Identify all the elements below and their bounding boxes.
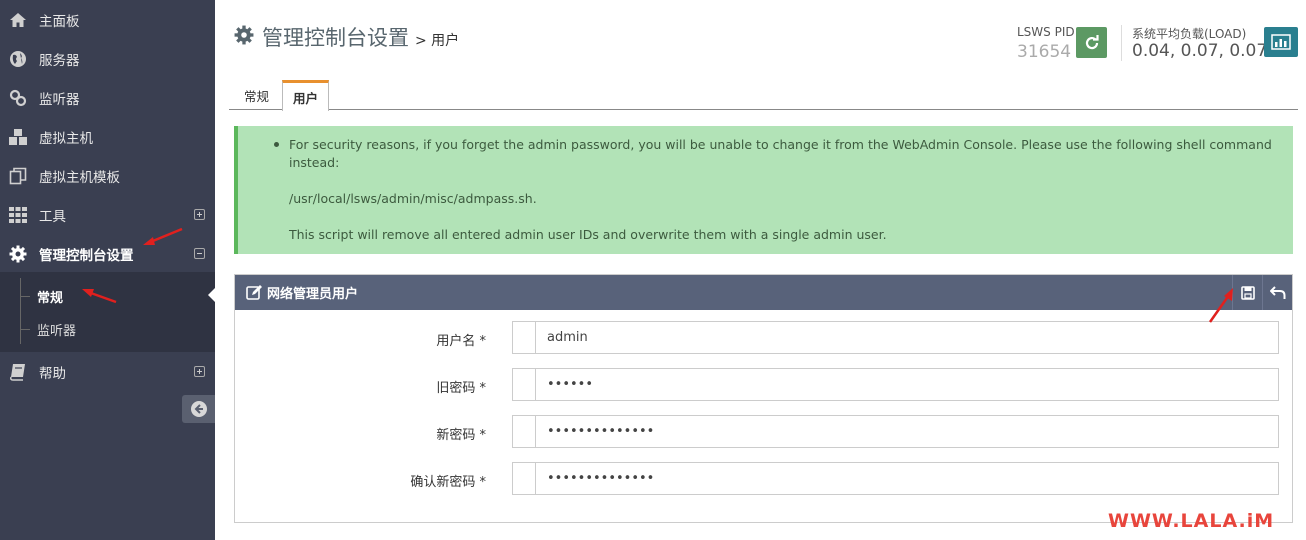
sidebar-item-label: 管理控制台设置 (39, 247, 134, 264)
input-addon (513, 369, 536, 400)
page-breadcrumb: > 用户 (415, 33, 460, 49)
sidebar-item-label: 监听器 (39, 91, 80, 108)
sidebar-subitem-label: 常规 (37, 290, 64, 306)
watermark: WWW.LALA.iM (1108, 510, 1275, 532)
input-addon (513, 322, 536, 353)
input-addon (513, 416, 536, 447)
link-icon (8, 88, 28, 108)
header-divider (1121, 25, 1122, 61)
form-row-new-password: 新密码 * •••••••••••••• (235, 415, 1292, 449)
field-value: •••••••••••••• (547, 471, 655, 486)
copy-icon (8, 166, 28, 186)
panel-title: 网络管理员用户 (267, 287, 359, 302)
tab-bar-divider (229, 109, 1298, 110)
globe-icon (8, 49, 28, 69)
save-icon (1240, 285, 1255, 300)
edit-icon (245, 284, 263, 302)
form-row-confirm-password: 确认新密码 * •••••••••••••• (235, 462, 1292, 496)
gear-icon (8, 244, 28, 264)
active-caret-icon (208, 288, 215, 302)
page-title-text: 管理控制台设置 (262, 26, 409, 50)
sidebar-subnav: 常规 监听器 (0, 272, 215, 352)
sidebar-subitem-general[interactable]: 常规 (20, 281, 63, 311)
form-row-old-password: 旧密码 * •••••• (235, 368, 1292, 402)
collapse-icon[interactable] (194, 248, 205, 259)
pid-label: LSWS PID (1017, 25, 1075, 39)
field-label: 确认新密码 * (410, 475, 486, 490)
sidebar-item-dashboard[interactable]: 主面板 (0, 0, 215, 39)
sidebar: 主面板 服务器 监听器 虚拟主机 虚拟主机模板 工具 管理控制台设置 常规 监听… (0, 0, 215, 540)
chart-icon (1271, 34, 1291, 50)
username-input[interactable]: admin (512, 321, 1279, 354)
panel-header: 网络管理员用户 (235, 275, 1292, 310)
tab-label: 常规 (244, 88, 270, 104)
subnav-tick (20, 328, 30, 330)
sidebar-subitem-listeners[interactable]: 监听器 (20, 314, 76, 344)
real-time-stats-button[interactable] (1264, 27, 1298, 57)
sidebar-item-label: 虚拟主机 (39, 130, 93, 147)
load-value: 0.04, 0.07, 0.07 (1132, 41, 1268, 61)
page-title: 管理控制台设置 > 用户 (234, 22, 459, 52)
field-value: •••••••••••••• (547, 424, 655, 439)
field-label: 旧密码 * (436, 381, 486, 396)
sidebar-item-label: 主面板 (39, 13, 80, 30)
sidebar-item-help[interactable]: 帮助 (0, 352, 215, 391)
sidebar-item-vhosts[interactable]: 虚拟主机 (0, 117, 215, 156)
tab-users[interactable]: 用户 (282, 80, 330, 111)
notice-text-line1: For security reasons, if you forget the … (289, 137, 1272, 152)
sidebar-collapse-button[interactable] (182, 395, 215, 423)
pid-value: 31654 (1017, 42, 1072, 62)
sidebar-item-label: 工具 (39, 208, 66, 225)
sidebar-item-label: 帮助 (39, 365, 66, 382)
field-label: 新密码 * (436, 428, 486, 443)
input-addon (513, 463, 536, 494)
expand-icon[interactable] (194, 209, 205, 220)
sidebar-item-label: 服务器 (39, 52, 80, 69)
annotation-arrow-icon (82, 289, 117, 304)
notice-command: /usr/local/lsws/admin/misc/admpass.sh. (289, 191, 537, 206)
field-value: •••••• (547, 377, 594, 392)
home-icon (8, 10, 28, 30)
new-password-input[interactable]: •••••••••••••• (512, 415, 1279, 448)
load-label: 系统平均负载(LOAD) (1132, 27, 1247, 41)
sidebar-item-listeners[interactable]: 监听器 (0, 78, 215, 117)
annotation-arrow-icon (1208, 288, 1233, 323)
sidebar-item-server[interactable]: 服务器 (0, 39, 215, 78)
field-value: admin (547, 330, 588, 345)
form-row-username: 用户名 * admin (235, 321, 1292, 355)
grid-icon (8, 205, 28, 225)
field-label: 用户名 * (436, 334, 486, 349)
expand-icon[interactable] (194, 366, 205, 377)
subnav-tick (20, 295, 30, 297)
old-password-input[interactable]: •••••• (512, 368, 1279, 401)
arrow-left-circle-icon (190, 401, 207, 417)
security-notice: For security reasons, if you forget the … (234, 126, 1293, 254)
undo-icon (1269, 285, 1285, 299)
notice-text-line2: instead: (289, 155, 340, 170)
sidebar-item-label: 虚拟主机模板 (39, 169, 120, 186)
cubes-icon (8, 127, 28, 147)
book-icon (8, 362, 28, 382)
tab-general[interactable]: 常规 (234, 80, 279, 110)
sidebar-item-vhost-templates[interactable]: 虚拟主机模板 (0, 156, 215, 195)
gear-icon (234, 25, 254, 45)
back-button[interactable] (1262, 275, 1292, 310)
annotation-arrow-icon (143, 227, 183, 245)
refresh-icon (1085, 34, 1099, 49)
sidebar-subitem-label: 监听器 (37, 323, 77, 339)
restart-button[interactable] (1076, 27, 1107, 58)
bullet-icon (274, 142, 279, 147)
tab-label: 用户 (293, 90, 319, 106)
notice-note: This script will remove all entered admi… (289, 227, 887, 242)
webadmin-users-panel: 网络管理员用户 用户名 * admin 旧密码 * •••••• 新密码 * •… (234, 274, 1293, 523)
confirm-password-input[interactable]: •••••••••••••• (512, 462, 1279, 495)
